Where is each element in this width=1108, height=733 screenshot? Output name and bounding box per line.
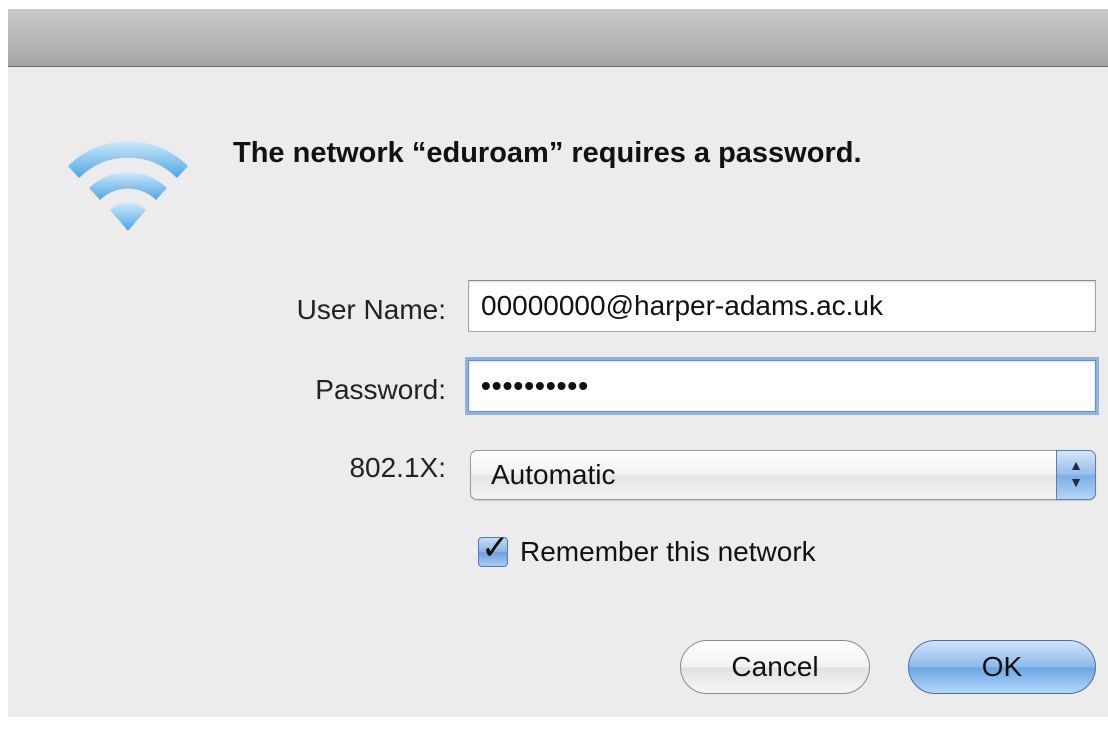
- dialog-titlebar[interactable]: [8, 9, 1108, 67]
- username-label: User Name:: [296, 294, 446, 325]
- remember-network-row[interactable]: ✓ Remember this network: [478, 529, 816, 572]
- wifi-icon: [68, 141, 188, 231]
- password-field[interactable]: ••••••••••: [468, 360, 1096, 412]
- security-label: 802.1X:: [349, 452, 446, 483]
- security-popup-value: Automatic: [491, 459, 616, 490]
- username-field[interactable]: 00000000@harper-adams.ac.uk: [468, 280, 1096, 332]
- up-down-arrows-icon[interactable]: ▲ ▼: [1056, 450, 1096, 500]
- password-masked-value: ••••••••••: [481, 370, 590, 401]
- checkmark-icon: ✓: [481, 529, 510, 567]
- screen: The network “eduroam” requires a passwor…: [0, 0, 1108, 733]
- cancel-button[interactable]: Cancel: [680, 640, 870, 694]
- wifi-password-dialog: The network “eduroam” requires a passwor…: [8, 9, 1108, 717]
- security-popup[interactable]: Automatic ▲ ▼: [470, 450, 1096, 500]
- ok-button[interactable]: OK: [908, 640, 1096, 694]
- password-label: Password:: [315, 374, 446, 405]
- remember-network-checkbox[interactable]: ✓: [478, 529, 510, 567]
- dialog-message: The network “eduroam” requires a passwor…: [233, 137, 862, 169]
- remember-network-label[interactable]: Remember this network: [520, 536, 816, 568]
